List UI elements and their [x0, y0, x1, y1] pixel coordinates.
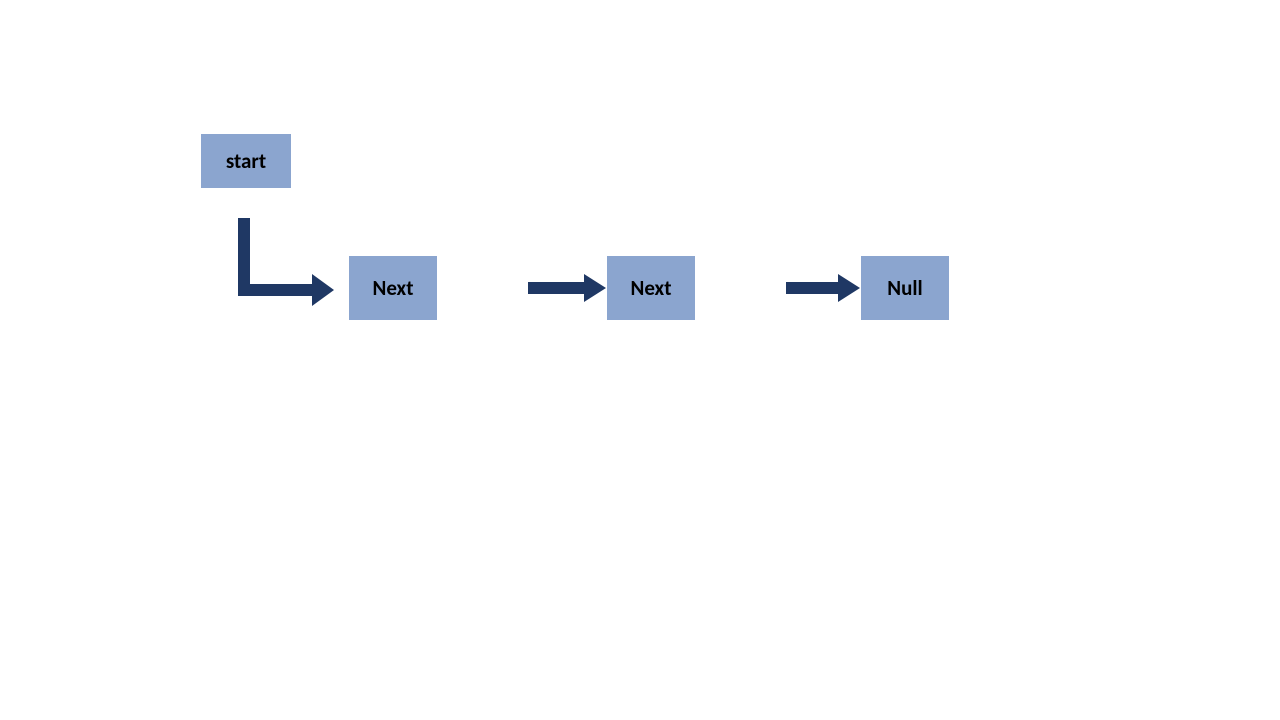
arrow-start-to-node1 — [230, 206, 350, 306]
node1-next-label: Next — [372, 275, 413, 301]
node3-next-label: Null — [887, 275, 922, 301]
arrow-node2-to-node3 — [786, 272, 862, 304]
start-label: start — [226, 148, 266, 174]
arrow-node1-to-node2 — [528, 272, 608, 304]
node3-next-cell: Null — [860, 255, 950, 321]
start-box: start — [200, 133, 292, 189]
node1-next-cell: Next — [348, 255, 438, 321]
node2-next-cell: Next — [606, 255, 696, 321]
node2-next-label: Next — [630, 275, 671, 301]
